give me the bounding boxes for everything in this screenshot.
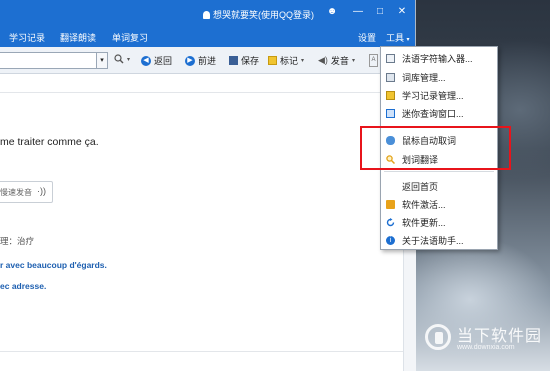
menu-item-label: 词库管理... [402,72,446,83]
menu-item-library[interactable]: 词库管理... [381,69,497,85]
divider [0,92,405,93]
save-icon [229,56,238,65]
search-dropdown-button[interactable]: ▾ [96,52,108,69]
close-button[interactable]: ✕ [396,6,408,18]
menu-item-mini-window[interactable]: 迷你查询窗口... [381,105,497,121]
speaker-icon: ◀) [318,55,328,65]
menu-item-label: 学习记录管理... [402,90,464,101]
menu-item-label: 软件更新... [402,217,446,228]
mark-icon [268,56,277,65]
app-window: 想哭就要笑(使用QQ登录) ☻ — □ ✕ 学习记录 翻译朗读 单词复习 设置 … [0,0,416,371]
menu-tools-label: 工具 [386,33,405,43]
menu-word-review[interactable]: 单词复习 [112,31,148,44]
back-button[interactable]: ◀ 返回 [141,54,172,67]
speak-label: 发音 [330,56,349,66]
search-icon[interactable]: ▾ [114,54,130,64]
watermark-url: www.downxia.com [457,344,515,351]
menu-bar: 学习记录 翻译朗读 单词复习 设置 工具 ▾ [0,25,415,47]
highlight-annotation [360,126,511,170]
menu-item-about[interactable]: i 关于法语助手... [381,232,497,248]
content-area [0,74,415,371]
menu-study-record[interactable]: 学习记录 [9,31,45,44]
divider [0,351,405,352]
user-login[interactable]: 想哭就要笑(使用QQ登录) [203,8,314,21]
title-bar: 想哭就要笑(使用QQ登录) ☻ — □ ✕ [0,0,415,25]
menu-item-label: 软件激活... [402,199,446,210]
menu-item-activate[interactable]: 软件激活... [381,196,497,212]
notebook-icon [386,90,395,100]
menu-item-home[interactable]: 返回首页 [381,178,497,194]
slow-speak-button[interactable]: 慢速发音 ·)) [0,181,53,203]
chevron-down-icon: ▾ [351,58,355,64]
mark-button[interactable]: 标记 ▾ [268,54,304,67]
menu-translate-read[interactable]: 翻译朗读 [60,31,96,44]
back-arrow-icon: ◀ [141,55,151,66]
watermark-title: 当下软件园 [457,328,543,345]
menu-item-char-input[interactable]: 法语字符输入器... [381,50,497,66]
menu-item-label: 关于法语助手... [402,235,464,246]
refresh-icon [386,217,395,227]
chevron-down-icon: ▾ [406,37,410,43]
sound-wave-icon: ·)) [37,186,46,196]
mini-window-icon [386,108,395,118]
forward-label: 前进 [198,56,217,66]
minimize-button[interactable]: — [352,6,364,18]
save-label: 保存 [241,56,260,66]
menu-tools[interactable]: 工具 ▾ [386,31,410,44]
slow-speak-label: 慢速发音 [0,188,32,197]
menu-item-study-record[interactable]: 学习记录管理... [381,87,497,103]
menu-settings[interactable]: 设置 [358,31,376,44]
maximize-button[interactable]: □ [374,6,386,18]
menu-separator [384,171,494,172]
lock-icon [386,199,395,209]
example-sentence: me traiter comme ça. [0,136,99,148]
mark-label: 标记 [280,56,299,66]
forward-arrow-icon: ▶ [185,55,195,66]
forward-button[interactable]: ▶ 前进 [185,54,216,67]
menu-item-label: 迷你查询窗口... [402,108,464,119]
watermark: 当下软件园 www.downxia.com [425,318,550,363]
example-phrase-2: ec adresse. [0,281,47,291]
user-icon [203,10,210,19]
menu-item-label: 法语字符输入器... [402,53,473,64]
search-input[interactable] [0,52,106,69]
menu-item-label: 返回首页 [402,181,439,192]
watermark-logo-icon [425,324,451,350]
keyboard-icon [386,53,395,63]
info-icon: i [386,235,395,245]
library-icon [386,72,395,82]
definition-text: 理：治疗 [0,236,35,246]
back-label: 返回 [154,56,173,66]
user-label: 想哭就要笑(使用QQ登录) [213,10,314,20]
chevron-down-icon: ▾ [301,58,305,64]
save-button[interactable]: 保存 [229,54,259,67]
font-icon[interactable]: A [369,54,378,67]
toolbar: ▾ ▾ ◀ 返回 ▶ 前进 保存 标记 ▾ ◀) 发音 ▾ A [0,47,415,74]
speak-button[interactable]: ◀) 发音 ▾ [318,54,355,67]
example-phrase-1: r avec beaucoup d'égards. [0,260,107,270]
skin-icon[interactable]: ☻ [326,6,338,18]
menu-item-update[interactable]: 软件更新... [381,214,497,230]
